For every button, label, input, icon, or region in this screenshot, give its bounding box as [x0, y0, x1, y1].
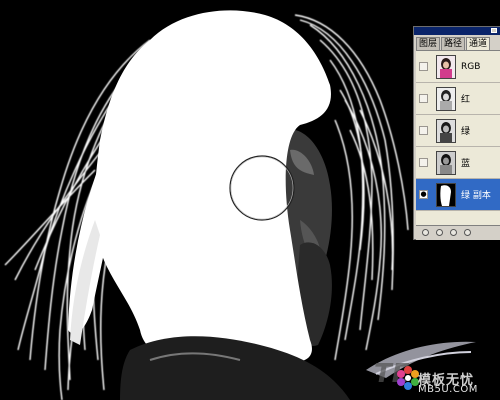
channel-list: RGB 红 绿 蓝 ● 绿 副本: [416, 50, 500, 225]
load-selection-icon[interactable]: [422, 229, 429, 236]
channel-label: RGB: [461, 61, 481, 72]
blue-thumbnail: [436, 150, 456, 175]
green-thumbnail: [436, 118, 456, 143]
channel-label: 绿 副本: [461, 191, 491, 201]
green-copy-thumbnail: [436, 182, 456, 207]
channel-row-blue[interactable]: 蓝: [416, 147, 500, 179]
close-icon[interactable]: [491, 28, 497, 33]
save-selection-icon[interactable]: [436, 229, 443, 236]
tab-layers[interactable]: 图层: [416, 37, 441, 50]
channel-label: 蓝: [461, 159, 471, 169]
panel-tabs: 图层 路径 通道: [416, 37, 491, 50]
visibility-toggle[interactable]: [419, 158, 428, 167]
channel-label: 绿: [461, 127, 471, 137]
red-thumbnail: [436, 86, 456, 111]
channels-panel: 图层 路径 通道 RGB 红 绿 蓝 ● 绿 副本: [413, 26, 500, 240]
new-channel-icon[interactable]: [450, 229, 457, 236]
channel-row-green[interactable]: 绿: [416, 115, 500, 147]
visibility-toggle[interactable]: [419, 94, 428, 103]
visibility-toggle[interactable]: [419, 126, 428, 135]
channel-row-green-copy[interactable]: ● 绿 副本: [416, 179, 500, 211]
tab-paths[interactable]: 路径: [441, 37, 466, 50]
visibility-toggle[interactable]: [419, 62, 428, 71]
panel-titlebar[interactable]: [414, 27, 500, 35]
watermark-url: MB5U.COM: [418, 384, 478, 395]
channel-row-red[interactable]: 红: [416, 83, 500, 115]
rgb-thumbnail: [436, 54, 456, 79]
eye-icon[interactable]: ●: [419, 190, 428, 199]
panel-bottom-toolbar: [416, 225, 500, 240]
channel-label: 红: [461, 95, 471, 105]
channel-row-rgb[interactable]: RGB: [416, 51, 500, 83]
circle-brush-cursor: [230, 156, 294, 220]
tab-channels[interactable]: 通道: [466, 37, 491, 50]
delete-channel-icon[interactable]: [464, 229, 471, 236]
